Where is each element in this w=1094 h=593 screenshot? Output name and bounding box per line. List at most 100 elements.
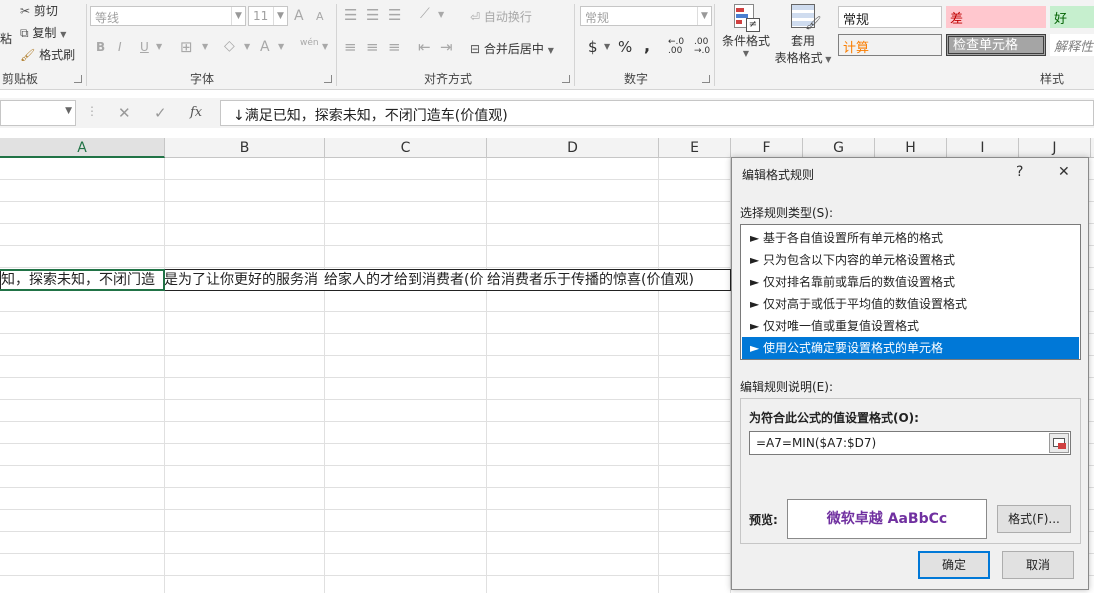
ok-button[interactable]: 确定 [918,551,990,579]
chevron-down-icon: ▼ [231,7,245,25]
font-launcher-icon[interactable] [324,75,332,83]
format-painter-button[interactable]: 🖌 格式刷 [20,46,75,63]
table-icon: 🖌 [789,2,822,32]
enter-icon[interactable]: ✓ [154,104,167,122]
clipboard-group-label: 剪贴板 [2,72,39,86]
decrease-decimal-button[interactable]: .00 →.0 [694,38,710,56]
paste-button-fragment[interactable]: 粘 [0,30,12,47]
align-left-icon[interactable]: ≡ [344,38,357,56]
column-header-i[interactable]: I [947,138,1019,158]
orientation-icon[interactable]: ⟋ [420,6,430,22]
list-item[interactable]: ► 使用公式确定要设置格式的单元格 [742,337,1079,359]
font-size-combo[interactable]: 11 ▼ [248,6,288,26]
gridline [486,158,487,593]
style-good[interactable]: 好 [1050,6,1094,28]
formula-input[interactable]: ↓满足已知，探索未知，不闭门造车(价值观) [220,100,1094,126]
chevron-down-icon[interactable]: ▼ [202,42,208,51]
format-button[interactable]: 格式(F)... [997,505,1071,533]
style-check-cell[interactable]: 检查单元格 [946,34,1046,56]
column-header-h[interactable]: H [875,138,947,158]
borders-icon[interactable]: ⊞ [180,38,193,56]
rule-description-panel: 为符合此公式的值设置格式(O): =A7=MIN($A7:$D7) 预览: 微软… [740,398,1081,544]
currency-button[interactable]: $ [588,38,598,56]
font-color-button[interactable]: A [260,39,270,55]
column-header-a[interactable]: A [0,138,165,158]
cancel-icon[interactable]: ✕ [118,104,131,122]
list-item[interactable]: ► 基于各自值设置所有单元格的格式 [742,227,1079,249]
cell-c7[interactable]: 给家人的才给到消费者(价 [324,270,487,290]
align-center-icon[interactable]: ≡ [366,38,379,56]
bold-button[interactable]: B [96,40,105,54]
wrap-text-icon: ⏎ [470,10,481,24]
align-right-icon[interactable]: ≡ [388,38,401,56]
column-header-f[interactable]: F [731,138,803,158]
edit-format-rule-dialog: 编辑格式规则 ? ✕ 选择规则类型(S): ► 基于各自值设置所有单元格的格式 … [731,157,1089,590]
cell-b7[interactable]: 是为了让你更好的服务消 [164,270,325,290]
column-header-d[interactable]: D [487,138,659,158]
increase-indent-icon[interactable]: ⇥ [440,38,453,56]
formula-field[interactable]: =A7=MIN($A7:$D7) [749,431,1071,455]
help-icon[interactable]: ? [1016,164,1023,180]
wrap-text-button[interactable]: ⏎ 自动换行 [470,8,532,25]
style-normal[interactable]: 常规 [838,6,942,28]
gridline [164,158,165,593]
column-header-j[interactable]: J [1019,138,1091,158]
italic-button[interactable]: I [118,40,122,54]
wrap-text-label: 自动换行 [483,10,532,24]
clipboard-launcher-icon[interactable] [74,75,82,83]
brush-icon: 🖌 [20,48,36,62]
font-name-combo[interactable]: 等线 ▼ [90,6,246,26]
format-as-table-button[interactable]: 🖌 套用 表格格式 ▼ [774,2,832,66]
phonetic-button[interactable]: wén [300,38,319,48]
cell-d7[interactable]: 给消费者乐于传播的惊喜(价值观) [487,270,730,290]
list-item[interactable]: ► 仅对唯一值或重复值设置格式 [742,315,1079,337]
rule-type-list[interactable]: ► 基于各自值设置所有单元格的格式 ► 只为包含以下内容的单元格设置格式 ► 仅… [740,224,1081,360]
close-icon[interactable]: ✕ [1058,164,1070,180]
preview-label: 预览: [749,513,778,527]
align-middle-icon[interactable]: ☰ [366,6,379,24]
formula-label: 为符合此公式的值设置格式(O): [749,411,919,425]
copy-button[interactable]: ⧉ 复制 ▼ [20,24,66,41]
underline-button[interactable]: U [140,40,149,54]
decrease-indent-icon[interactable]: ⇤ [418,38,431,56]
style-calculation[interactable]: 计算 [838,34,942,56]
number-launcher-icon[interactable] [702,75,710,83]
align-top-icon[interactable]: ☰ [344,6,357,24]
format-as-table-label-2: 表格格式 [774,51,823,65]
column-header-c[interactable]: C [325,138,487,158]
align-bottom-icon[interactable]: ☰ [388,6,401,24]
chevron-down-icon[interactable]: ▼ [156,42,162,51]
alignment-launcher-icon[interactable] [562,75,570,83]
conditional-formatting-button[interactable]: ≠ 条件格式 ▼ [722,2,770,58]
list-item[interactable]: ► 仅对高于或低于平均值的数值设置格式 [742,293,1079,315]
percent-button[interactable]: % [618,38,632,56]
fill-color-icon[interactable]: ◇ [224,38,235,54]
cancel-button[interactable]: 取消 [1002,551,1074,579]
style-explanatory[interactable]: 解释性 [1050,34,1094,56]
range-picker-icon[interactable] [1049,433,1069,453]
style-bad[interactable]: 差 [946,6,1046,28]
cut-button[interactable]: ✂ 剪切 [20,2,58,19]
list-item[interactable]: ► 仅对排名靠前或靠后的数值设置格式 [742,271,1079,293]
grow-font-button[interactable]: A [294,8,304,24]
chevron-down-icon[interactable]: ▼ [278,42,284,51]
increase-decimal-button[interactable]: ←.0 .00 [668,38,684,56]
chevron-down-icon[interactable]: ▼ [244,42,250,51]
comma-button[interactable]: , [644,36,650,55]
name-box[interactable]: ▼ [0,100,76,126]
chevron-down-icon[interactable]: ▼ [604,42,610,51]
column-header-g[interactable]: G [803,138,875,158]
insert-function-icon[interactable]: fx [190,105,202,120]
column-header-e[interactable]: E [659,138,731,158]
alignment-group-label: 对齐方式 [424,72,473,86]
shrink-font-button[interactable]: A [316,10,324,23]
copy-icon: ⧉ [20,26,29,40]
chevron-down-icon: ▼ [697,7,711,25]
chevron-down-icon[interactable]: ▼ [322,42,328,51]
divider [714,4,715,86]
list-item[interactable]: ► 只为包含以下内容的单元格设置格式 [742,249,1079,271]
chevron-down-icon[interactable]: ▼ [438,10,444,19]
number-format-combo[interactable]: 常规 ▼ [580,6,712,26]
column-header-b[interactable]: B [165,138,325,158]
merge-center-button[interactable]: ⊟ 合并后居中 ▼ [470,40,554,57]
